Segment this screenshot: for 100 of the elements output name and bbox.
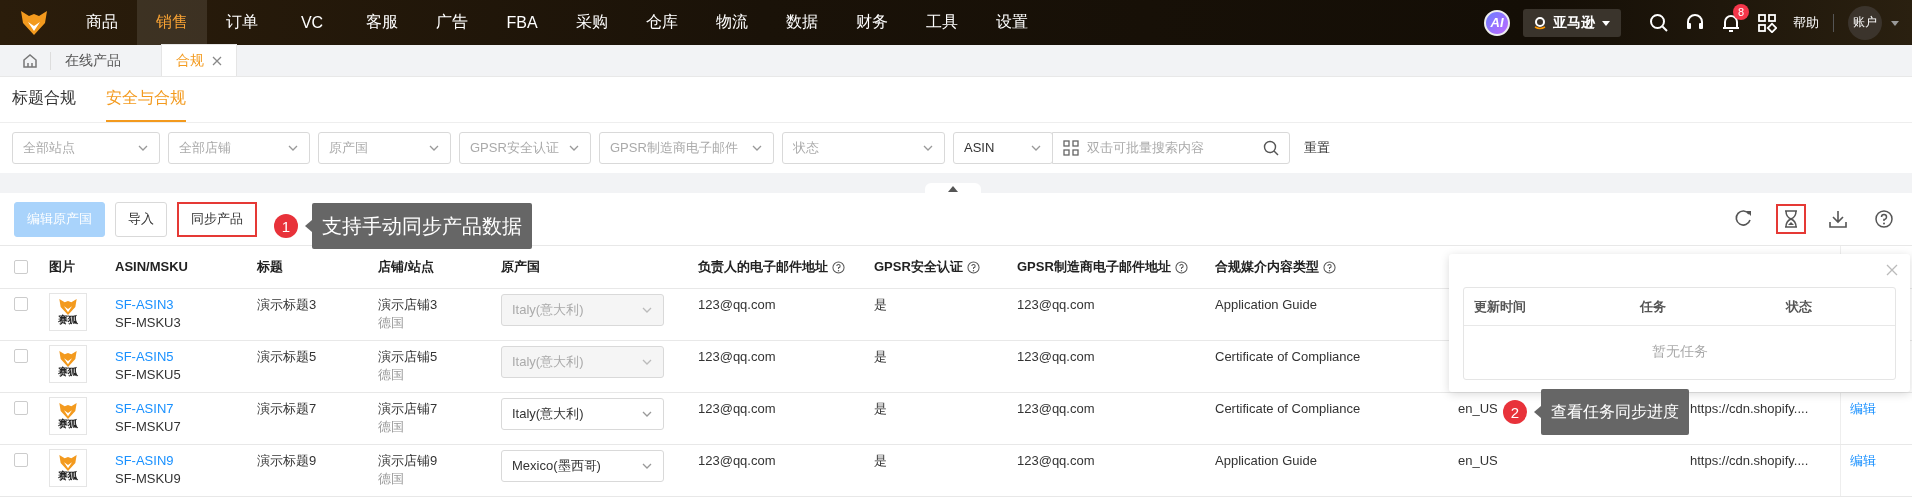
product-thumbnail: 赛狐 — [49, 397, 87, 435]
store-name: 演示店铺9 — [378, 453, 438, 469]
language-text: en_US — [1458, 401, 1498, 417]
close-icon[interactable] — [212, 55, 222, 66]
collapse-icon[interactable] — [948, 186, 958, 192]
msku-text: SF-MSKU9 — [115, 471, 181, 487]
site-name: 德国 — [378, 315, 404, 331]
product-thumbnail: 赛狐 — [49, 345, 87, 383]
nav-tab[interactable]: FBA — [487, 0, 557, 45]
help-icon[interactable] — [966, 260, 980, 274]
empty-message: 暂无任务 — [1651, 343, 1708, 361]
column-header: 任务 — [1640, 297, 1666, 316]
checkbox[interactable] — [14, 260, 28, 274]
msku-text: SF-MSKU7 — [115, 419, 181, 435]
email-text: 123@qq.com — [698, 297, 776, 313]
nav-tab[interactable]: 财务 — [837, 0, 907, 45]
origin-select[interactable]: Mexico(墨西哥) — [501, 450, 664, 482]
search-icon[interactable] — [1263, 139, 1279, 156]
column-header: GPSR制造商电子邮件地址 — [1017, 259, 1171, 275]
toolbar-button[interactable]: 导入 — [115, 201, 167, 237]
checkbox[interactable] — [14, 297, 28, 311]
nav-tab[interactable]: 客服 — [347, 0, 417, 45]
column-header: 更新时间 — [1474, 297, 1526, 316]
column-header: 标题 — [257, 259, 283, 275]
certification-text: 是 — [874, 453, 887, 469]
checkbox[interactable] — [14, 349, 28, 363]
origin-select[interactable]: Italy(意大利) — [501, 398, 664, 430]
account-avatar[interactable]: 账户 — [1848, 5, 1882, 40]
platform-dropdown[interactable]: 亚马逊 — [1523, 8, 1621, 37]
reset-button[interactable]: 重置 — [1298, 138, 1336, 157]
nav-tab[interactable]: 工具 — [907, 0, 977, 45]
title-text: 演示标题9 — [257, 453, 317, 469]
sub-tab[interactable]: 标题合规 — [12, 77, 76, 122]
fox-logo-icon[interactable] — [20, 10, 47, 35]
tooltip-arrow-icon — [305, 220, 312, 232]
nav-tab[interactable]: 商品 — [67, 0, 137, 45]
site-name: 德国 — [378, 419, 404, 435]
title-text: 演示标题3 — [257, 297, 317, 313]
store-name: 演示店铺7 — [378, 401, 438, 417]
email-text: 123@qq.com — [698, 349, 776, 365]
fox-icon — [59, 299, 77, 315]
home-icon[interactable] — [21, 51, 39, 70]
email-text: 123@qq.com — [698, 401, 776, 417]
step-badge: 1 — [274, 214, 298, 238]
msku-text: SF-MSKU5 — [115, 367, 181, 383]
email-text: 123@qq.com — [1017, 401, 1095, 417]
step-badge: 2 — [1503, 400, 1527, 424]
notification-count: 8 — [1733, 3, 1749, 20]
msku-text: SF-MSKU3 — [115, 315, 181, 331]
url-text: https://cdn.shopify.... — [1690, 401, 1809, 417]
site-name: 德国 — [378, 471, 404, 487]
grid-icon — [1063, 139, 1079, 156]
nav-tab[interactable]: 订单 — [207, 0, 277, 45]
help-icon[interactable] — [1874, 209, 1894, 229]
page-tab[interactable]: 在线产品 — [51, 45, 135, 76]
nav-tab[interactable]: 设置 — [977, 0, 1047, 45]
product-thumbnail: 赛狐 — [49, 293, 87, 331]
column-header: 状态 — [1786, 297, 1812, 316]
certification-text: 是 — [874, 401, 887, 417]
column-header: 负责人的电子邮件地址 — [698, 259, 828, 275]
nav-tab[interactable]: 物流 — [697, 0, 767, 45]
select-field[interactable]: ASIN — [953, 131, 1053, 164]
help-icon[interactable] — [1174, 260, 1188, 274]
column-header: GPSR安全认证 — [874, 259, 963, 275]
nav-tab[interactable]: VC — [277, 0, 347, 45]
checkbox[interactable] — [14, 453, 28, 467]
refresh-icon[interactable] — [1734, 209, 1754, 229]
toolbar-button[interactable]: 同步产品 — [177, 201, 257, 237]
title-text: 演示标题5 — [257, 349, 317, 365]
amazon-icon — [1533, 15, 1547, 30]
nav-tab[interactable]: 仓库 — [627, 0, 697, 45]
store-name: 演示店铺5 — [378, 349, 438, 365]
certification-text: 是 — [874, 297, 887, 313]
apps-icon[interactable] — [1757, 12, 1777, 33]
language-text: en_US — [1458, 453, 1498, 469]
help-icon[interactable] — [1323, 260, 1336, 274]
search-icon[interactable] — [1649, 12, 1669, 33]
fox-icon — [59, 455, 77, 471]
column-header: 店铺/站点 — [378, 259, 434, 275]
help-link[interactable]: 帮助 — [1793, 13, 1819, 32]
email-text: 123@qq.com — [698, 453, 776, 469]
fox-icon — [59, 351, 77, 367]
title-text: 演示标题7 — [257, 401, 317, 417]
media-type-text: Certificate of Compliance — [1215, 401, 1361, 417]
column-header: ASIN/MSKU — [115, 259, 188, 275]
media-type-text: Application Guide — [1215, 453, 1317, 469]
checkbox[interactable] — [14, 401, 28, 415]
email-text: 123@qq.com — [1017, 297, 1095, 313]
store-name: 演示店铺3 — [378, 297, 438, 313]
url-text: https://cdn.shopify.... — [1690, 453, 1809, 469]
column-header: 合规媒介内容类型 — [1215, 259, 1319, 275]
email-text: 123@qq.com — [1017, 453, 1095, 469]
media-type-text: Certificate of Compliance — [1215, 349, 1361, 365]
nav-tab[interactable]: 销售 — [137, 0, 207, 45]
download-icon[interactable] — [1828, 209, 1848, 229]
nav-tab[interactable]: 广告 — [417, 0, 487, 45]
column-header: 原产国 — [501, 259, 540, 275]
help-icon[interactable] — [832, 260, 845, 274]
nav-tab[interactable]: 数据 — [767, 0, 837, 45]
nav-tab[interactable]: 采购 — [557, 0, 627, 45]
